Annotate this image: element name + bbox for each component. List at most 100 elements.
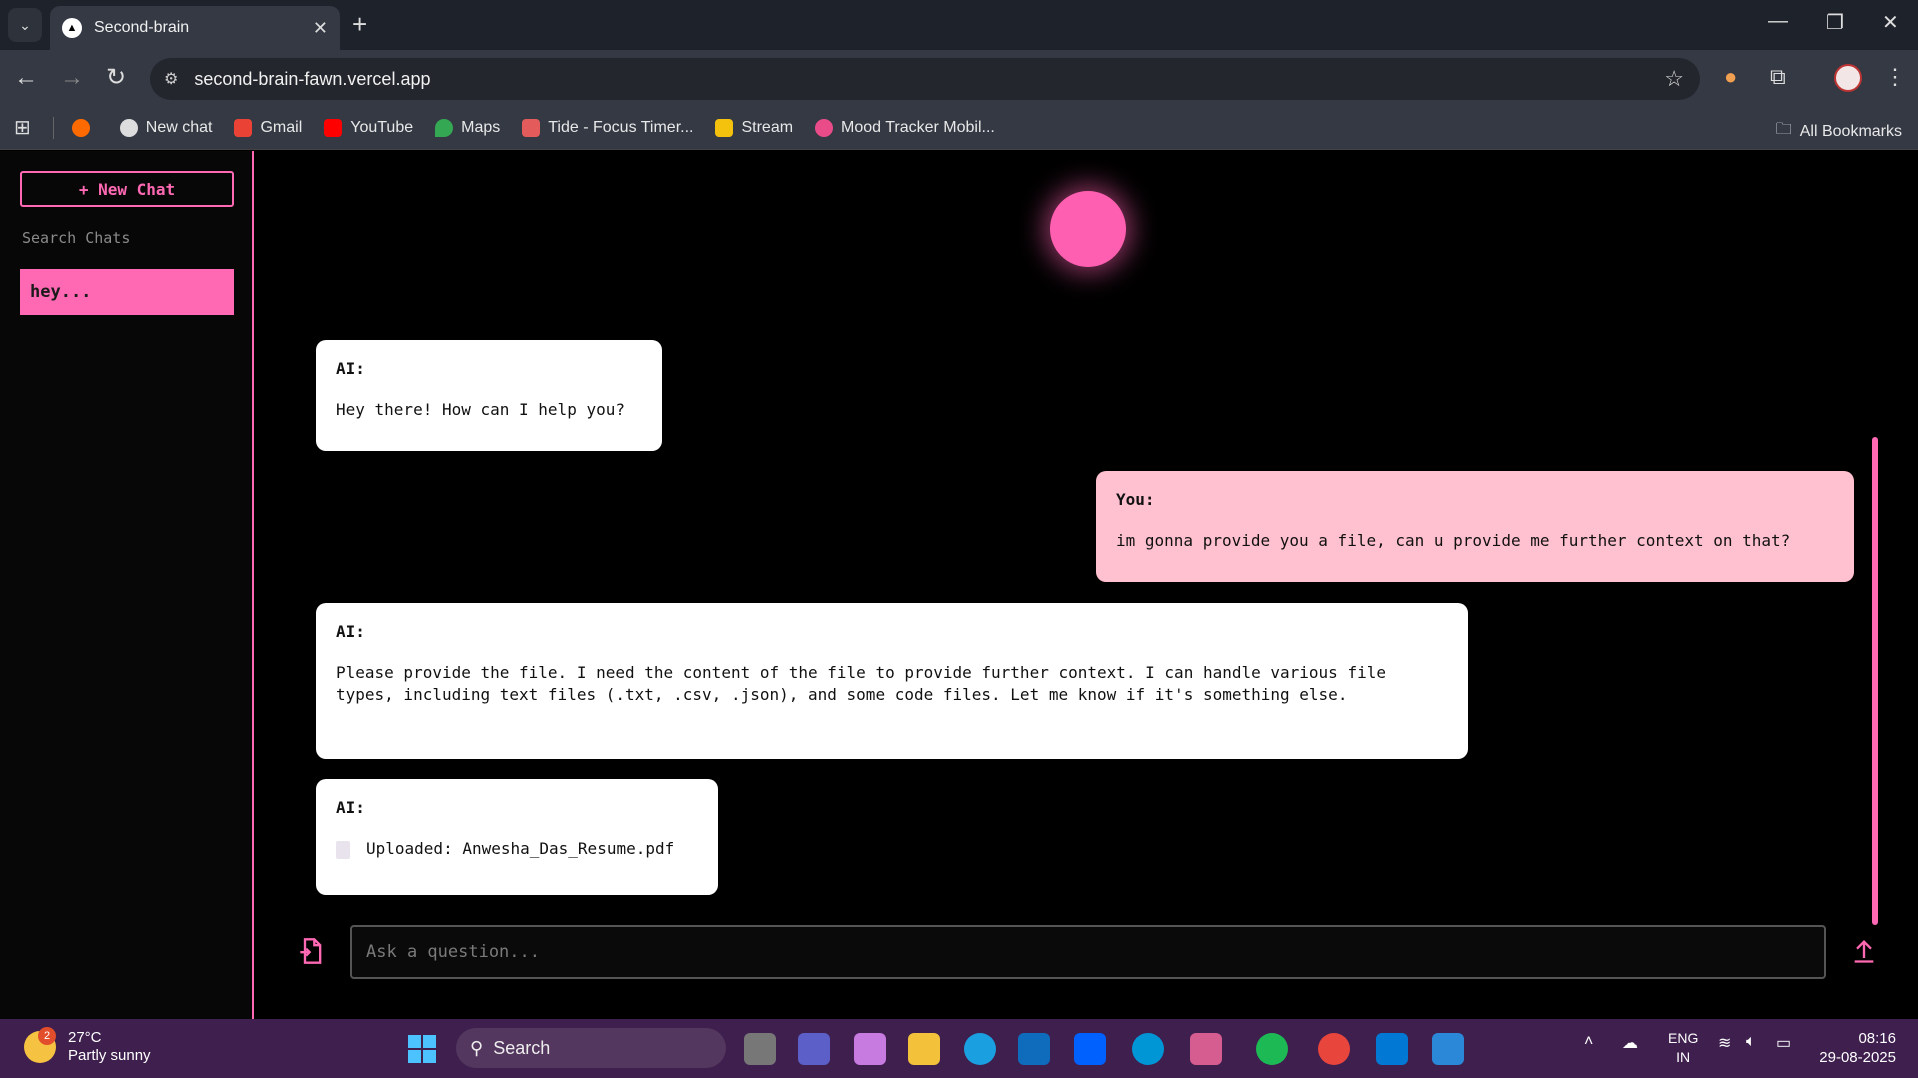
- copilot-icon[interactable]: [854, 1033, 886, 1065]
- weather-desc: Partly sunny: [68, 1047, 151, 1064]
- hp-icon[interactable]: [1132, 1033, 1164, 1065]
- url-text: second-brain-fawn.vercel.app: [194, 68, 431, 89]
- taskbar-search[interactable]: ⚲ Search: [456, 1028, 726, 1068]
- message-text: im gonna provide you a file, can u provi…: [1116, 531, 1791, 550]
- file-icon: [336, 840, 350, 859]
- message-text: Uploaded: Anwesha_Das_Resume.pdf: [366, 839, 675, 858]
- message-text: Hey there! How can I help you?: [336, 400, 625, 419]
- gmail-icon: [234, 118, 253, 137]
- battery-icon[interactable]: ▭: [1776, 1033, 1791, 1053]
- chevron-up-icon[interactable]: ˄: [1584, 1033, 1593, 1051]
- task-view-icon[interactable]: [744, 1033, 776, 1065]
- snipping-tool-icon[interactable]: [1432, 1033, 1464, 1065]
- bookmark-label: YouTube: [350, 118, 414, 136]
- folder-icon: 🗀: [1775, 121, 1792, 138]
- minimize-icon[interactable]: —: [1768, 10, 1788, 33]
- tide-icon: [522, 118, 541, 137]
- search-chats-input[interactable]: [22, 229, 232, 247]
- wifi-icon[interactable]: ≋: [1718, 1033, 1731, 1053]
- outlook-icon[interactable]: [1018, 1033, 1050, 1065]
- stream-icon: [715, 118, 734, 137]
- bookmark-label: Gmail: [260, 118, 303, 136]
- restore-icon[interactable]: ❐: [1826, 10, 1844, 35]
- bookmark-label: Maps: [461, 118, 501, 136]
- ai-message: AI: Hey there! How can I help you?: [316, 340, 662, 451]
- sidebar: + New Chat hey...: [0, 151, 254, 1019]
- maps-icon: [435, 118, 454, 137]
- messages-scrollbar[interactable]: [1872, 437, 1878, 925]
- status-orb: [1050, 191, 1126, 267]
- bookmark-youtube[interactable]: YouTube: [324, 118, 414, 137]
- bookmark-gmail[interactable]: Gmail: [234, 118, 303, 137]
- clock-time: 08:16: [1858, 1030, 1896, 1047]
- m365-icon[interactable]: [1190, 1033, 1222, 1065]
- all-bookmarks[interactable]: 🗀 All Bookmarks: [1776, 118, 1902, 145]
- extension-icon[interactable]: ●: [1724, 64, 1737, 90]
- message-sender: AI:: [336, 359, 365, 378]
- clock[interactable]: 08:16 29-08-2025: [1819, 1029, 1896, 1067]
- weather-sun-icon: 2: [24, 1027, 56, 1063]
- bookmark-stream[interactable]: Stream: [715, 118, 794, 137]
- divider: [52, 116, 54, 139]
- attach-file-icon[interactable]: [298, 937, 326, 965]
- tab-title: Second-brain: [94, 19, 190, 36]
- bookmark-mood-tracker[interactable]: Mood Tracker Mobil...: [815, 118, 995, 137]
- os-taskbar: 2 27°C Partly sunny ⚲ Search ˄ ☁ ENG IN …: [0, 1019, 1918, 1078]
- volume-icon[interactable]: 🔈︎: [1746, 1033, 1756, 1051]
- spotify-icon[interactable]: [1256, 1033, 1288, 1065]
- edge-icon[interactable]: [964, 1033, 996, 1065]
- apps-grid-icon[interactable]: ⊞: [14, 115, 31, 140]
- search-icon: ⚲: [470, 1037, 484, 1058]
- address-bar[interactable]: ⚙ second-brain-fawn.vercel.app ☆: [150, 58, 1700, 100]
- bookmark-maps[interactable]: Maps: [435, 118, 501, 137]
- clock-date: 29-08-2025: [1819, 1049, 1896, 1066]
- reload-icon[interactable]: ↻: [106, 64, 126, 92]
- menu-kebab-icon[interactable]: ⋮: [1884, 64, 1906, 90]
- bookmark-tide[interactable]: Tide - Focus Timer...: [522, 118, 693, 137]
- back-icon[interactable]: ←: [14, 64, 38, 92]
- dropbox-icon[interactable]: [1074, 1033, 1106, 1065]
- openai-icon: [119, 118, 138, 137]
- all-bookmarks-label: All Bookmarks: [1799, 122, 1902, 140]
- message-sender: AI:: [336, 622, 365, 641]
- chat-app: + New Chat hey... AI: Hey there! How can…: [0, 151, 1918, 1019]
- extensions-puzzle-icon[interactable]: ⧉: [1770, 64, 1786, 90]
- profile-avatar[interactable]: [1834, 64, 1862, 92]
- browser-tab[interactable]: ▲ Second-brain ✕: [50, 6, 340, 50]
- start-windows-icon[interactable]: [408, 1035, 436, 1063]
- teams-icon[interactable]: [798, 1033, 830, 1065]
- bookmark-star-icon[interactable]: ☆: [1664, 66, 1684, 92]
- message-text: Please provide the file. I need the cont…: [336, 663, 1396, 704]
- bookmarks-bar: ⊞ New chat Gmail YouTube Maps Tide - Foc…: [0, 106, 1918, 150]
- user-message: You: im gonna provide you a file, can u …: [1096, 471, 1854, 582]
- new-tab-button[interactable]: +: [352, 10, 367, 38]
- file-explorer-icon[interactable]: [908, 1033, 940, 1065]
- onedrive-icon[interactable]: ☁: [1622, 1033, 1638, 1053]
- close-tab-icon[interactable]: ✕: [313, 18, 328, 39]
- forward-icon[interactable]: →: [60, 64, 84, 92]
- browser-toolbar: ← → ↻ ⚙ second-brain-fawn.vercel.app ☆ ●…: [0, 50, 1918, 106]
- new-chat-button[interactable]: + New Chat: [20, 171, 234, 207]
- upload-line: Uploaded: Anwesha_Das_Resume.pdf: [336, 838, 698, 860]
- dribbble-icon: [815, 118, 834, 137]
- chrome-icon[interactable]: [1318, 1033, 1350, 1065]
- close-window-icon[interactable]: ✕: [1882, 10, 1899, 35]
- bookmark-fire[interactable]: [71, 118, 98, 137]
- message-sender: AI:: [336, 798, 365, 817]
- browser-tabstrip: ⌄ ▲ Second-brain ✕ + — ❐ ✕: [0, 0, 1918, 50]
- language-indicator[interactable]: ENG IN: [1668, 1029, 1698, 1067]
- ai-message: AI: Uploaded: Anwesha_Das_Resume.pdf: [316, 779, 718, 895]
- tab-search-menu-button[interactable]: ⌄: [8, 8, 42, 42]
- bookmark-label: New chat: [145, 118, 213, 136]
- send-upload-icon[interactable]: [1850, 937, 1878, 965]
- weather-widget[interactable]: 2 27°C Partly sunny: [24, 1027, 151, 1065]
- bookmark-label: Stream: [741, 118, 794, 136]
- lang-top: ENG: [1668, 1030, 1699, 1046]
- sidebar-chat-item[interactable]: hey...: [20, 269, 234, 315]
- site-info-icon[interactable]: ⚙: [164, 69, 178, 89]
- question-input[interactable]: [350, 925, 1826, 979]
- weather-badge: 2: [38, 1027, 56, 1045]
- search-label: Search: [493, 1037, 551, 1058]
- vscode-icon[interactable]: [1376, 1033, 1408, 1065]
- bookmark-new-chat[interactable]: New chat: [119, 118, 213, 137]
